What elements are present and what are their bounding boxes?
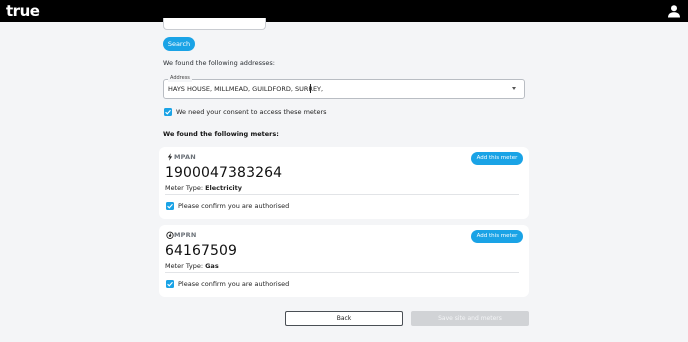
meter-card: MPRN Add this meter 64167509 Meter Type:… bbox=[159, 225, 529, 297]
divider bbox=[165, 272, 519, 273]
search-button[interactable]: Search bbox=[163, 37, 195, 51]
consent-label: We need your consent to access these met… bbox=[176, 108, 327, 116]
meter-number: 1900047383264 bbox=[165, 165, 283, 181]
text-cursor bbox=[310, 84, 311, 93]
top-bar: true bbox=[0, 0, 688, 22]
check-icon bbox=[165, 109, 171, 115]
authorised-label: Please confirm you are authorised bbox=[178, 202, 290, 210]
meter-type-label: Meter Type: bbox=[165, 184, 204, 192]
found-addresses-text: We found the following addresses: bbox=[163, 59, 275, 67]
chevron-down-icon[interactable] bbox=[512, 87, 516, 90]
authorised-label: Please confirm you are authorised bbox=[178, 280, 290, 288]
meter-type-label: Meter Type: bbox=[165, 262, 204, 270]
save-site-and-meters-button[interactable]: Save site and meters bbox=[411, 311, 529, 326]
add-meter-button[interactable]: Add this meter bbox=[471, 230, 523, 243]
meter-kind-label: MPRN bbox=[174, 231, 197, 239]
meter-type-value: Electricity bbox=[205, 184, 242, 192]
authorised-checkbox[interactable] bbox=[166, 280, 174, 288]
address-selected-value: HAYS HOUSE, MILLMEAD, GUILDFORD, SURREY, bbox=[168, 85, 324, 93]
brand-logo[interactable]: true bbox=[6, 1, 40, 21]
check-icon bbox=[167, 281, 173, 287]
meter-type: Meter Type: Electricity bbox=[165, 184, 242, 192]
found-meters-heading: We found the following meters: bbox=[163, 130, 279, 138]
meter-type: Meter Type: Gas bbox=[165, 262, 219, 270]
meter-number: 64167509 bbox=[165, 243, 238, 259]
postcode-input[interactable] bbox=[163, 18, 266, 30]
user-icon[interactable] bbox=[667, 4, 681, 18]
meter-type-value: Gas bbox=[205, 262, 219, 270]
lightning-icon bbox=[167, 153, 173, 161]
add-meter-button[interactable]: Add this meter bbox=[471, 152, 523, 165]
address-field-label: Address bbox=[168, 74, 192, 82]
back-button[interactable]: Back bbox=[285, 311, 403, 326]
consent-checkbox[interactable] bbox=[164, 108, 172, 116]
flame-icon bbox=[166, 231, 174, 239]
check-icon bbox=[167, 203, 173, 209]
authorised-checkbox[interactable] bbox=[166, 202, 174, 210]
divider bbox=[165, 194, 519, 195]
meter-kind-label: MPAN bbox=[174, 153, 196, 161]
meter-card: MPAN Add this meter 1900047383264 Meter … bbox=[159, 147, 529, 219]
